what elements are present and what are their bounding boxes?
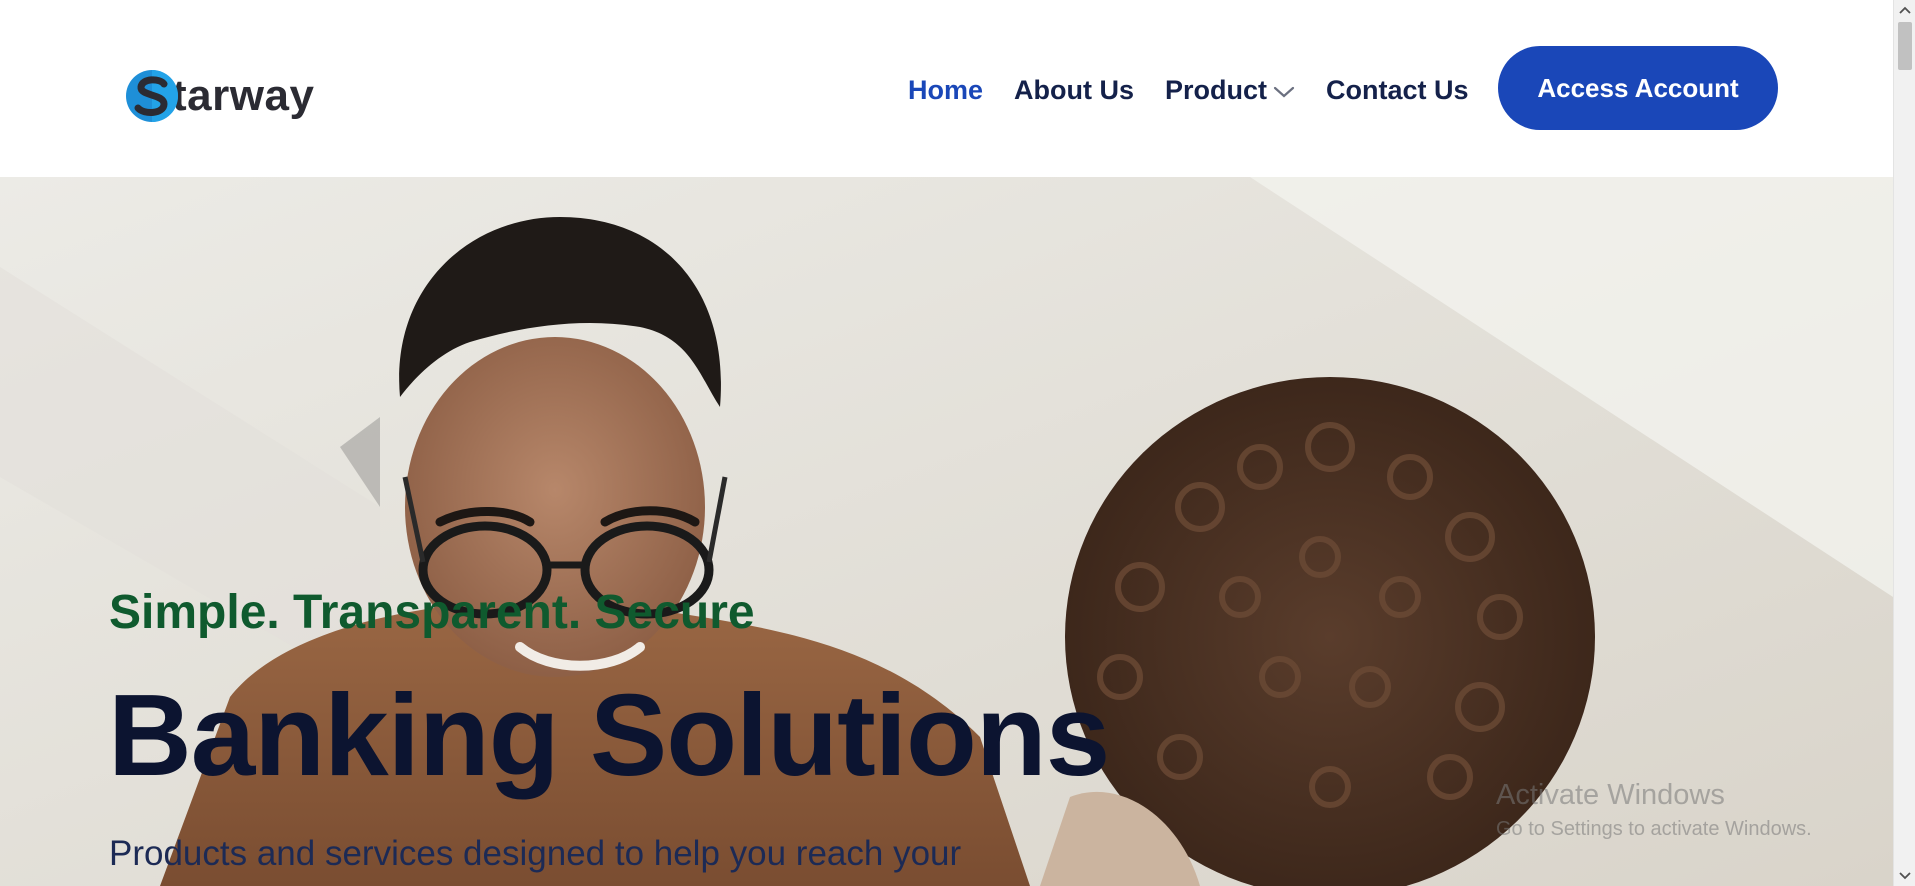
brand-logo[interactable]: tarway [124,66,314,126]
nav-item-contact-us[interactable]: Contact Us [1326,75,1469,106]
hero-tagline: Simple. Transparent. Secure [109,586,755,639]
main-nav: Home About Us Product Contact Us [908,70,1500,110]
chevron-down-icon [1273,75,1295,106]
access-account-button[interactable]: Access Account [1498,46,1778,130]
site-header: tarway Home About Us Product Contact Us … [0,0,1893,177]
nav-item-label: About Us [1014,74,1134,105]
nav-item-label: Contact Us [1326,74,1469,105]
logo-mark-icon [124,68,180,124]
watermark-title: Activate Windows [1496,779,1725,811]
watermark-subtitle: Go to Settings to activate Windows. [1496,818,1812,840]
nav-item-label: Home [908,74,984,105]
chevron-up-icon[interactable] [1894,0,1915,20]
nav-item-about-us[interactable]: About Us [1014,75,1134,106]
nav-item-label: Product [1165,74,1268,105]
logo-text: tarway [172,71,315,120]
vertical-scrollbar[interactable] [1893,0,1915,886]
nav-item-product[interactable]: Product [1165,75,1295,106]
hero-section: Simple. Transparent. Secure Banking Solu… [0,177,1893,886]
hero-title: Banking Solutions [108,670,1110,800]
scrollbar-thumb[interactable] [1898,22,1912,70]
hero-subtitle: Products and services designed to help y… [109,834,962,873]
page: tarway Home About Us Product Contact Us … [0,0,1893,886]
chevron-down-icon[interactable] [1894,866,1915,886]
activate-windows-watermark: Activate Windows Go to Settings to activ… [1496,779,1812,841]
nav-item-home[interactable]: Home [908,75,983,106]
